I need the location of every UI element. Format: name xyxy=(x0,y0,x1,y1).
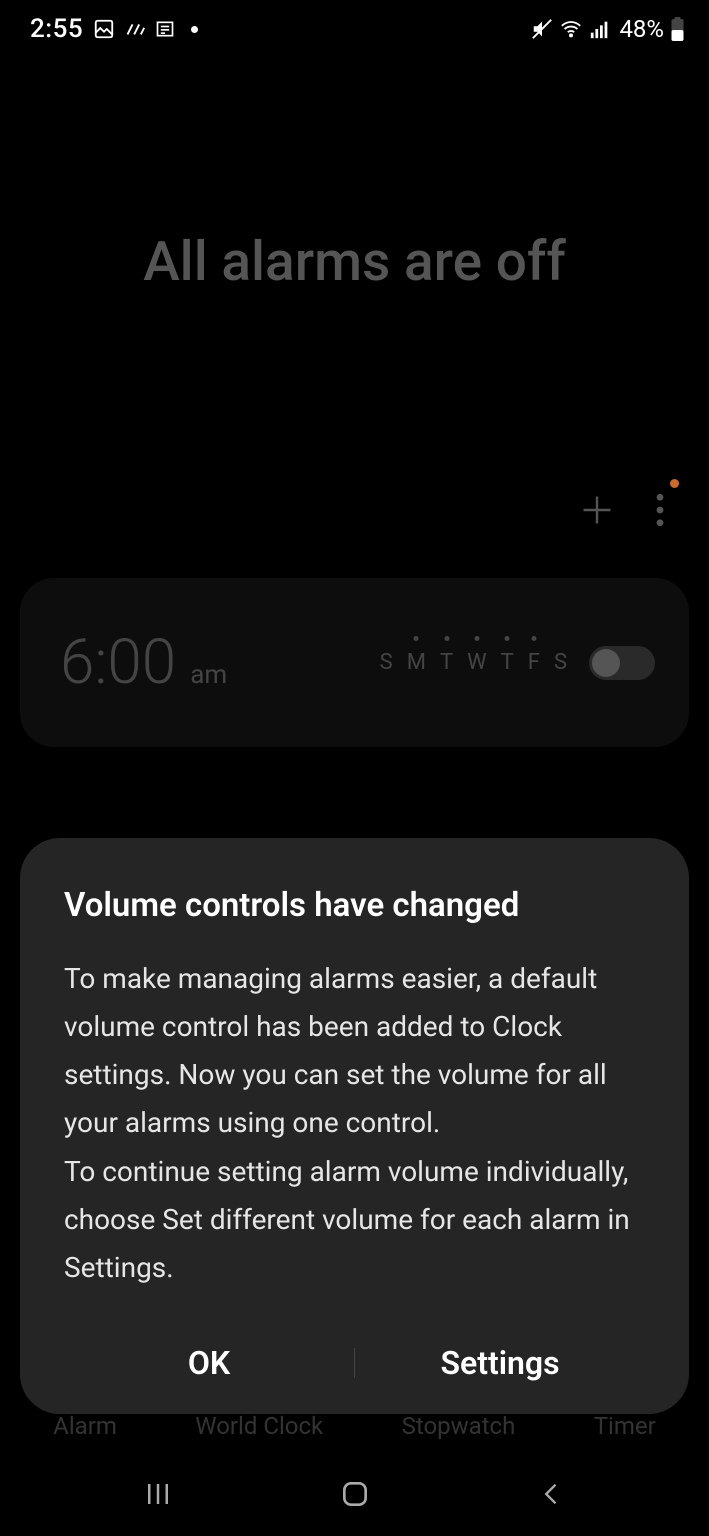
tab-alarm[interactable]: Alarm xyxy=(53,1412,117,1440)
battery-icon xyxy=(670,17,685,41)
toolbar xyxy=(0,492,709,532)
lines-icon xyxy=(125,19,145,39)
more-options-button[interactable] xyxy=(655,493,665,531)
add-alarm-button[interactable] xyxy=(579,492,615,532)
volume-change-dialog: Volume controls have changed To make man… xyxy=(20,838,689,1414)
day-mon: M xyxy=(407,650,426,675)
dialog-actions: OK Settings xyxy=(64,1330,645,1396)
page-title: All alarms are off xyxy=(0,230,709,294)
notification-dot-icon xyxy=(191,26,198,33)
alarm-ampm: am xyxy=(190,660,227,690)
toggle-knob-icon xyxy=(592,649,620,677)
tab-stopwatch[interactable]: Stopwatch xyxy=(402,1412,516,1440)
dialog-body-p1: To make managing alarms easier, a defaul… xyxy=(64,955,645,1148)
home-button[interactable] xyxy=(339,1478,371,1514)
day-sun: S xyxy=(380,650,393,675)
wifi-icon xyxy=(559,18,583,40)
notification-badge-icon xyxy=(670,479,679,488)
battery-percent: 48% xyxy=(619,15,664,43)
day-tue: T xyxy=(440,650,453,675)
status-bar: 2:55 48% xyxy=(0,0,709,50)
dialog-body: To make managing alarms easier, a defaul… xyxy=(64,955,645,1292)
alarm-time: 6:00 am xyxy=(60,626,227,699)
tab-timer[interactable]: Timer xyxy=(594,1412,656,1440)
day-fri: F xyxy=(528,650,540,675)
signal-icon xyxy=(589,18,611,40)
recents-button[interactable] xyxy=(143,1479,173,1513)
status-right: 48% xyxy=(531,15,685,43)
android-nav-bar xyxy=(0,1456,709,1536)
bottom-tabs: Alarm World Clock Stopwatch Timer xyxy=(0,1412,709,1440)
image-icon xyxy=(93,18,115,40)
ok-button[interactable]: OK xyxy=(64,1330,354,1396)
news-icon xyxy=(155,19,175,39)
mute-icon xyxy=(531,18,553,40)
dialog-body-p2: To continue setting alarm volume individ… xyxy=(64,1148,645,1292)
day-wed: W xyxy=(467,650,487,675)
tab-world-clock[interactable]: World Clock xyxy=(195,1412,323,1440)
alarm-time-value: 6:00 xyxy=(60,626,176,699)
day-thu: T xyxy=(501,650,514,675)
day-sat: S xyxy=(554,650,567,675)
alarm-days: S M T W T F S xyxy=(380,650,567,675)
dialog-title: Volume controls have changed xyxy=(64,886,645,925)
status-left: 2:55 xyxy=(30,14,198,44)
status-time: 2:55 xyxy=(30,14,83,44)
alarm-toggle[interactable] xyxy=(589,646,655,680)
settings-button[interactable]: Settings xyxy=(355,1330,645,1396)
back-button[interactable] xyxy=(538,1480,566,1512)
alarm-item[interactable]: 6:00 am S M T W T F S xyxy=(20,578,689,747)
